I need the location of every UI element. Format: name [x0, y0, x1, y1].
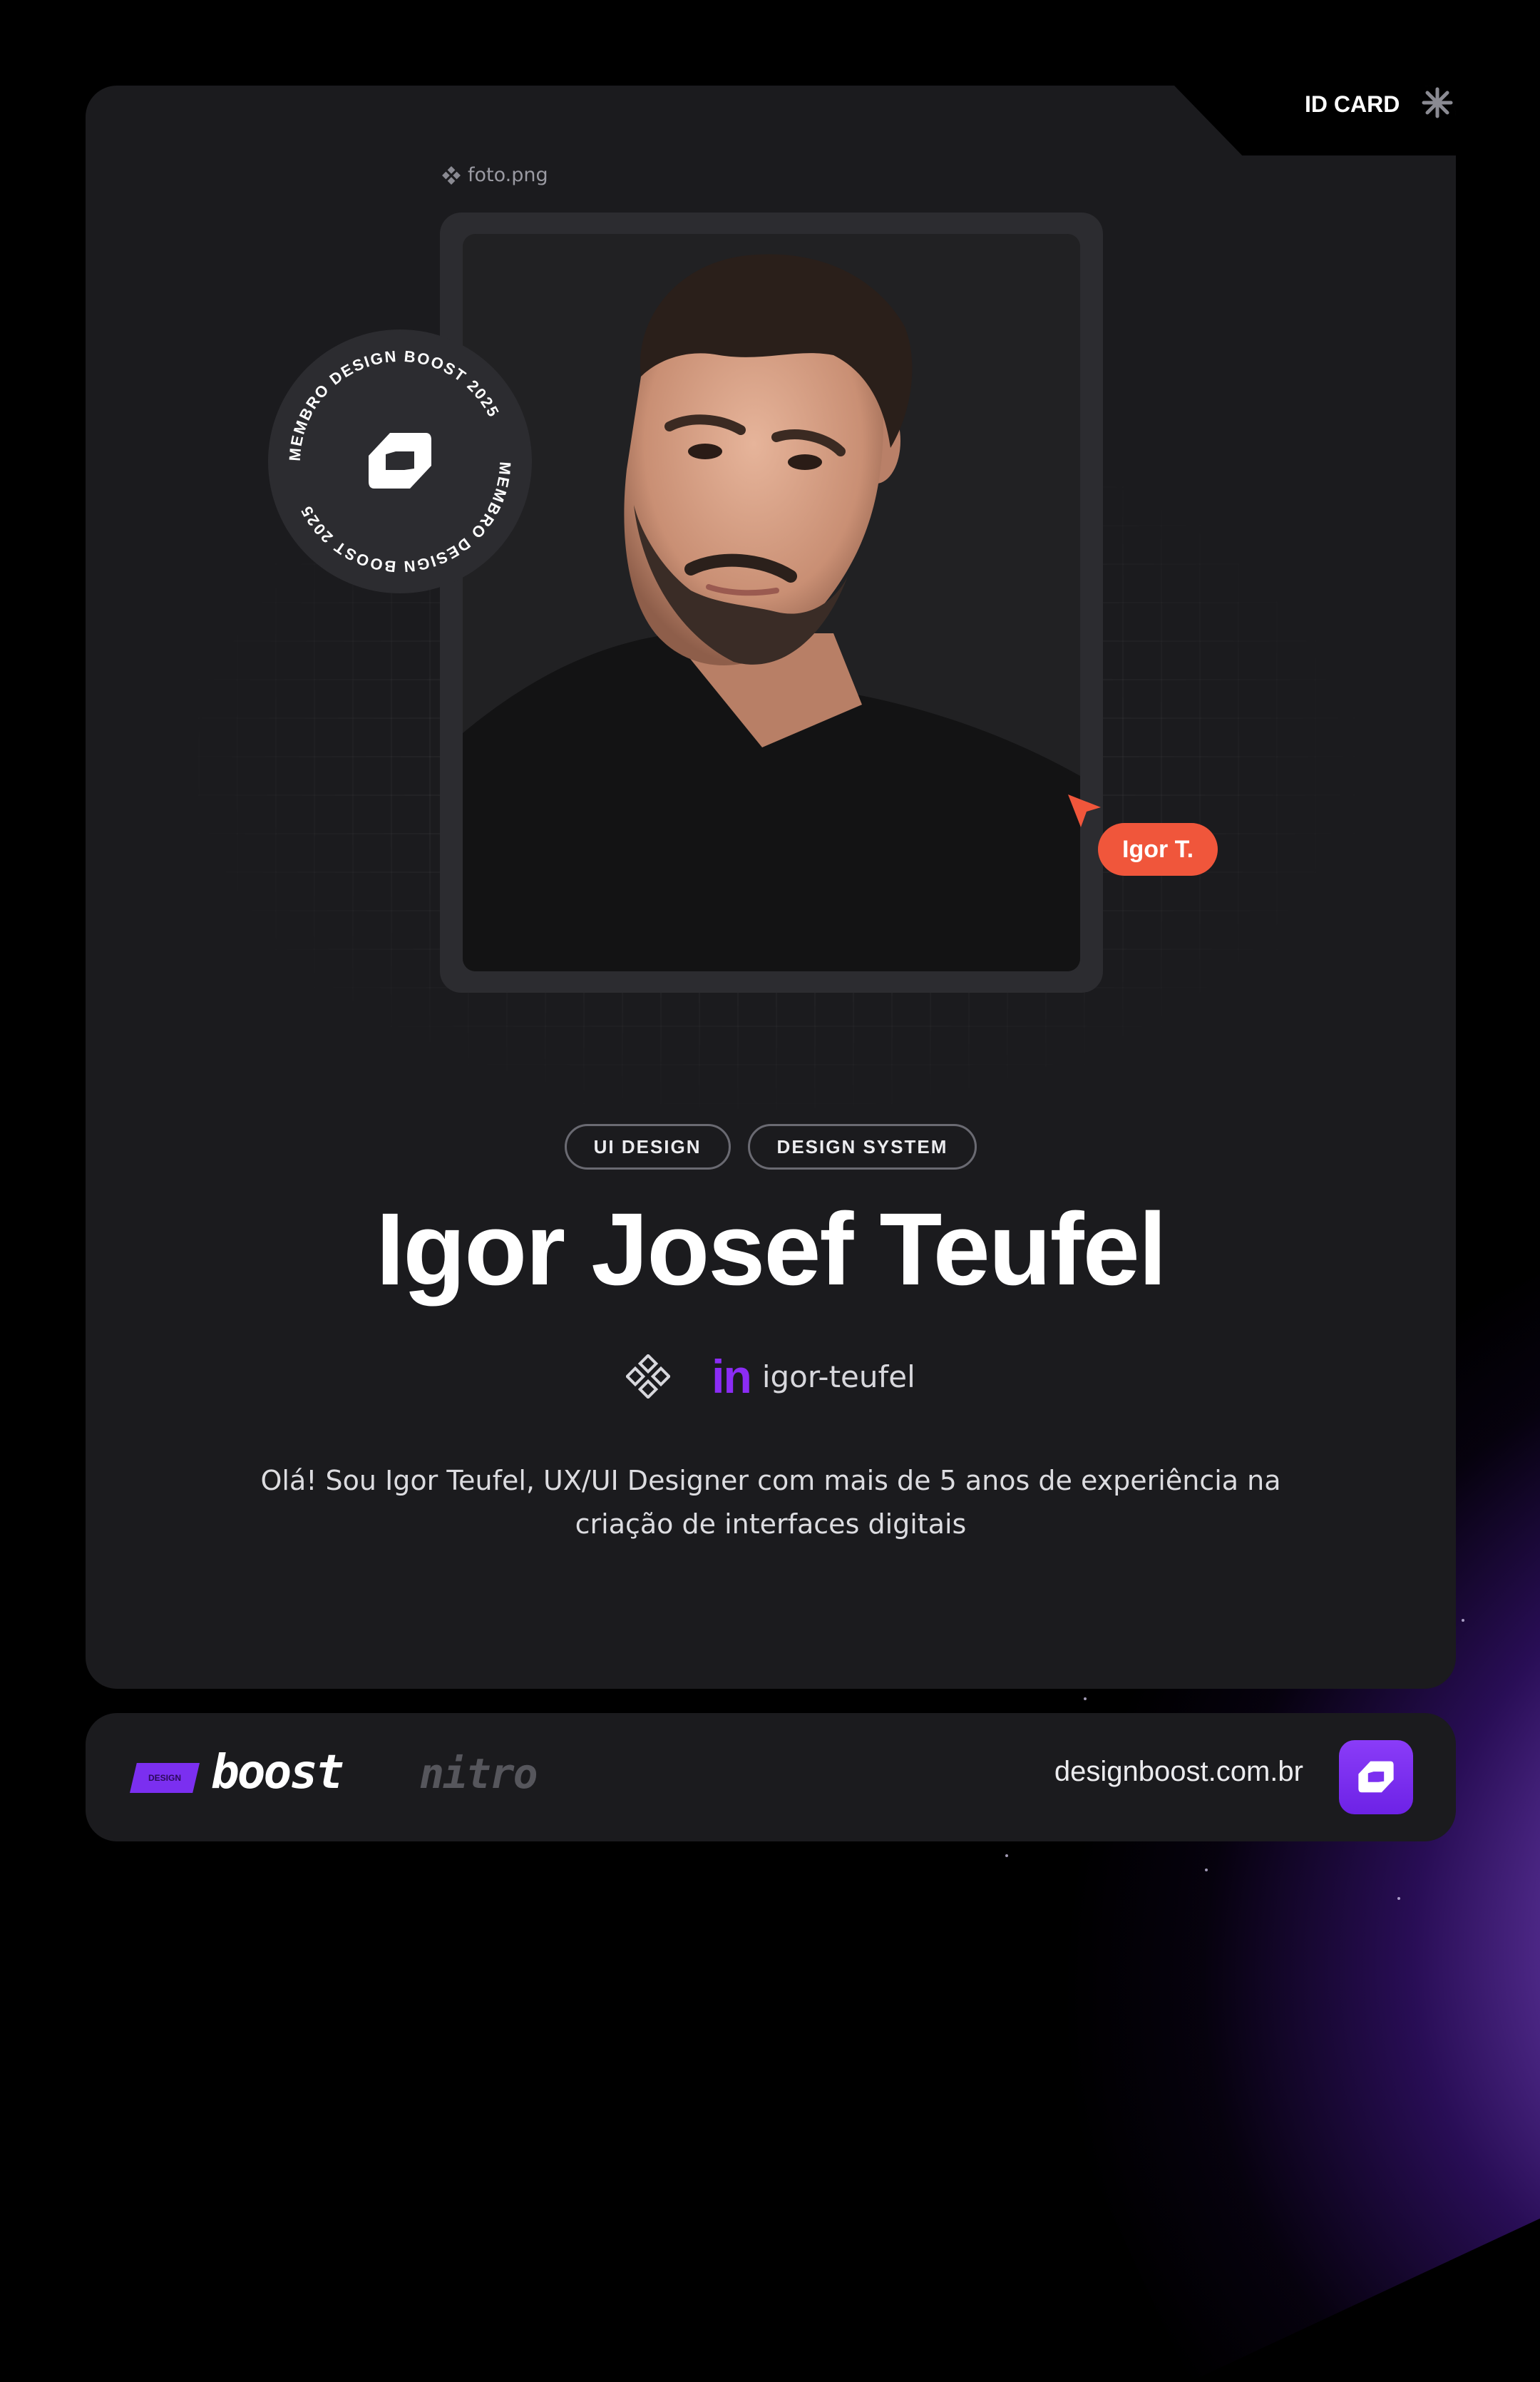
star-dot	[1462, 1619, 1464, 1622]
skill-tags: UI DESIGN DESIGN SYSTEM	[86, 1124, 1456, 1170]
star-dot	[1205, 1869, 1208, 1871]
logo-boost: boost	[211, 1744, 344, 1799]
design-boost-logo-icon	[369, 433, 431, 489]
component-icon	[442, 165, 461, 185]
cursor-arrow-icon	[1068, 794, 1101, 827]
star-dot	[1397, 1897, 1400, 1900]
star-dot	[1005, 1854, 1008, 1857]
linkedin-link[interactable]: in igor-teufel	[712, 1353, 915, 1400]
asterisk-icon	[1422, 87, 1453, 118]
profile-name: Igor Josef Teufel	[376, 1192, 1167, 1307]
member-badge: MEMBRO DESIGN BOOST 2025 MEMBRO DESIGN B…	[268, 329, 532, 593]
social-links: in igor-teufel	[86, 1348, 1456, 1405]
logo-design-tag: DESIGN	[130, 1763, 200, 1793]
file-name: foto.png	[468, 164, 548, 186]
design-boost-logo-icon	[1358, 1761, 1394, 1793]
design-boost-app-button[interactable]	[1339, 1740, 1413, 1814]
website-link[interactable]: designboost.com.br	[1054, 1756, 1303, 1788]
tag-ui-design[interactable]: UI DESIGN	[564, 1124, 731, 1170]
file-label: foto.png	[442, 164, 548, 186]
cursor-name-tag: Igor T.	[1098, 823, 1218, 876]
linkedin-handle: igor-teufel	[761, 1359, 915, 1394]
profile-photo	[463, 234, 1080, 971]
tag-design-system[interactable]: DESIGN SYSTEM	[747, 1124, 977, 1170]
photo-frame	[440, 213, 1103, 993]
footer-bar: DESIGN boost nitro designboost.com.br	[86, 1713, 1456, 1841]
linkedin-icon: in	[712, 1350, 752, 1403]
cursor-label: Igor T.	[1122, 835, 1194, 863]
figma-icon[interactable]	[626, 1354, 671, 1399]
logo-nitro: nitro	[419, 1749, 538, 1798]
id-card-label: ID CARD	[1305, 91, 1400, 117]
id-card: foto.png MEMBRO DESIGN BOOST 2025 MEMBRO…	[86, 86, 1456, 1689]
profile-bio: Olá! Sou Igor Teufel, UX/UI Designer com…	[260, 1465, 1281, 1540]
star-dot	[1084, 1697, 1087, 1700]
